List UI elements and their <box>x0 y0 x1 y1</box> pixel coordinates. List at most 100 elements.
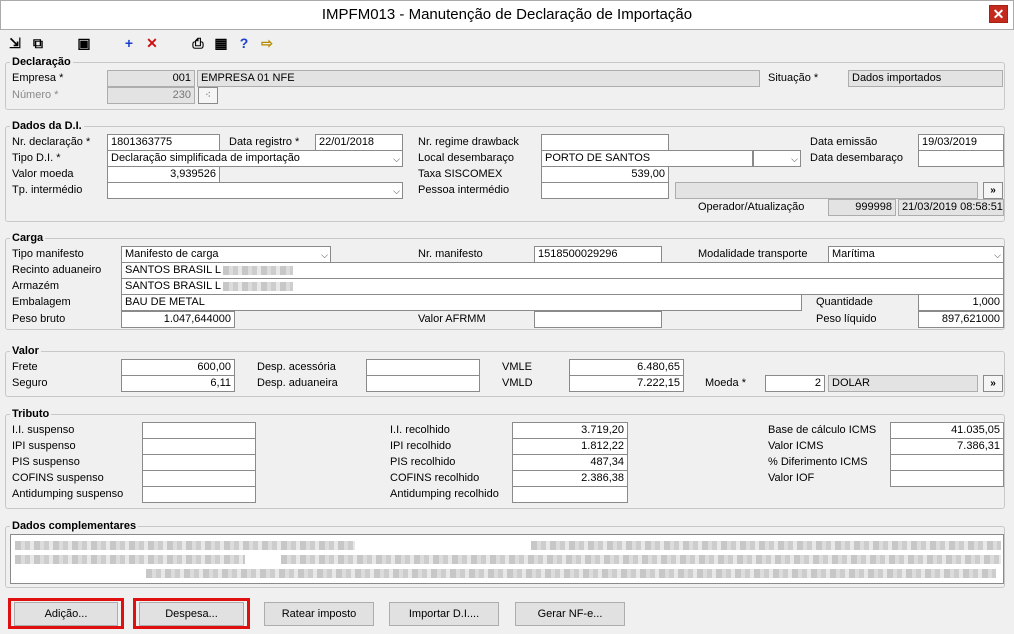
empresa-name-field[interactable]: EMPRESA 01 NFE <box>197 70 760 87</box>
antidumping-suspenso-field[interactable] <box>142 486 256 503</box>
base-icms-field[interactable]: 41.035,05 <box>890 422 1004 439</box>
cofins-suspenso-label: COFINS suspenso <box>12 472 104 484</box>
pessoa-intermedio-field[interactable] <box>541 182 669 199</box>
diferimento-icms-label: % Diferimento ICMS <box>768 456 868 468</box>
ipi-recolhido-field[interactable]: 1.812,22 <box>512 438 628 455</box>
tp-intermedio-select[interactable]: ⌵ <box>107 182 403 199</box>
vmld-field[interactable]: 7.222,15 <box>569 375 684 392</box>
tributo-title: Tributo <box>10 408 52 420</box>
close-button[interactable]: ✕ <box>989 5 1008 23</box>
embalagem-label: Embalagem <box>12 296 71 308</box>
cofins-recolhido-field[interactable]: 2.386,38 <box>512 470 628 487</box>
armazem-field[interactable]: SANTOS BRASIL L <box>121 278 1004 295</box>
empresa-code-field[interactable]: 001 <box>107 70 195 87</box>
peso-liquido-label: Peso líquido <box>816 313 877 325</box>
local-desembaraco-field[interactable]: PORTO DE SANTOS <box>541 150 753 167</box>
recinto-field[interactable]: SANTOS BRASIL L <box>121 262 1004 279</box>
quantidade-label: Quantidade <box>816 296 873 308</box>
help-icon[interactable]: ? <box>235 34 253 52</box>
valor-icms-field[interactable]: 7.386,31 <box>890 438 1004 455</box>
pis-suspenso-field[interactable] <box>142 454 256 471</box>
moeda-lookup-button[interactable]: » <box>983 375 1003 392</box>
pis-recolhido-label: PIS recolhido <box>390 456 456 468</box>
pessoa-lookup-button[interactable]: » <box>983 182 1003 199</box>
modalidade-select[interactable]: Marítima ⌵ <box>828 246 1004 263</box>
ipi-recolhido-label: IPI recolhido <box>390 440 452 452</box>
gerar-nfe-button[interactable]: Gerar NF-e... <box>515 602 625 626</box>
antidumping-recolhido-label: Antidumping recolhido <box>390 488 499 500</box>
antidumping-suspenso-label: Antidumping suspenso <box>12 488 124 500</box>
taxa-siscomex-field[interactable]: 539,00 <box>541 166 669 183</box>
pis-recolhido-field[interactable]: 487,34 <box>512 454 628 471</box>
tipo-di-select[interactable]: Declaração simplificada de importação ⌵ <box>107 150 403 167</box>
armazem-redacted <box>222 281 293 291</box>
data-desembaraco-field[interactable] <box>918 150 1004 167</box>
vmld-label: VMLD <box>502 377 533 389</box>
modalidade-value: Marítima <box>832 248 875 260</box>
save-icon[interactable]: ▣ <box>75 34 93 52</box>
nr-declaracao-field[interactable]: 1801363775 <box>107 134 220 151</box>
ipi-suspenso-field[interactable] <box>142 438 256 455</box>
desp-acessoria-field[interactable] <box>366 359 480 376</box>
ii-suspenso-field[interactable] <box>142 422 256 439</box>
data-emissao-field[interactable]: 19/03/2019 <box>918 134 1004 151</box>
dados-di-title: Dados da D.I. <box>10 120 84 132</box>
nr-declaracao-label: Nr. declaração * <box>12 136 91 148</box>
data-registro-label: Data registro * <box>229 136 300 148</box>
operador-field: 999998 <box>828 199 896 216</box>
ii-recolhido-label: I.I. recolhido <box>390 424 450 436</box>
chevron-down-icon: ⌵ <box>393 154 400 164</box>
tipo-manifesto-select[interactable]: Manifesto de carga ⌵ <box>121 246 331 263</box>
dados-complementares-title: Dados complementares <box>10 520 139 532</box>
ratear-imposto-button[interactable]: Ratear imposto <box>264 602 374 626</box>
data-desembaraco-label: Data desembaraço <box>810 152 903 164</box>
open-icon[interactable]: ⇲ <box>6 34 24 52</box>
moeda-code-field[interactable]: 2 <box>765 375 825 392</box>
despesa-button[interactable]: Despesa... <box>139 602 244 626</box>
print-icon[interactable]: ⎙ <box>189 34 207 52</box>
pis-suspenso-label: PIS suspenso <box>12 456 80 468</box>
nr-manifesto-field[interactable]: 1518500029296 <box>534 246 662 263</box>
numero-lookup-button[interactable]: ⁖ <box>198 87 218 104</box>
atualizacao-field: 21/03/2019 08:58:51 <box>898 199 1004 216</box>
dados-complementares-textarea[interactable] <box>10 534 1004 584</box>
antidumping-recolhido-field[interactable] <box>512 486 628 503</box>
valor-iof-label: Valor IOF <box>768 472 815 484</box>
valor-afrmm-label: Valor AFRMM <box>418 313 486 325</box>
valor-moeda-field[interactable]: 3,939526 <box>107 166 220 183</box>
chevron-down-icon: ⌵ <box>393 186 400 196</box>
diferimento-icms-field[interactable] <box>890 454 1004 471</box>
exit-icon[interactable]: ⇨ <box>258 34 276 52</box>
peso-liquido-field[interactable]: 897,621000 <box>918 311 1004 328</box>
declaracao-title: Declaração <box>10 56 73 68</box>
desp-aduaneira-field[interactable] <box>366 375 480 392</box>
quantidade-field[interactable]: 1,000 <box>918 294 1004 311</box>
ii-recolhido-field[interactable]: 3.719,20 <box>512 422 628 439</box>
nr-regime-field[interactable] <box>541 134 669 151</box>
peso-bruto-field[interactable]: 1.047,644000 <box>121 311 235 328</box>
data-registro-field[interactable]: 22/01/2018 <box>315 134 403 151</box>
pessoa-intermedio-name-field <box>675 182 978 199</box>
frete-field[interactable]: 600,00 <box>121 359 235 376</box>
tipo-di-label: Tipo D.I. * <box>12 152 61 164</box>
desp-aduaneira-label: Desp. aduaneira <box>257 377 338 389</box>
seguro-field[interactable]: 6,11 <box>121 375 235 392</box>
vmle-field[interactable]: 6.480,65 <box>569 359 684 376</box>
valor-iof-field[interactable] <box>890 470 1004 487</box>
redacted-text-line <box>281 555 1001 564</box>
calculator-icon[interactable]: ▦ <box>212 34 230 52</box>
situacao-label: Situação * <box>768 72 819 84</box>
cofins-suspenso-field[interactable] <box>142 470 256 487</box>
copy-icon[interactable]: ⧉ <box>29 34 47 52</box>
recinto-label: Recinto aduaneiro <box>12 264 102 276</box>
adicao-button[interactable]: Adição... <box>14 602 118 626</box>
add-icon[interactable]: + <box>120 34 138 52</box>
importar-di-button[interactable]: Importar D.I.... <box>389 602 499 626</box>
peso-bruto-label: Peso bruto <box>12 313 66 325</box>
numero-field[interactable]: 230 <box>107 87 195 104</box>
numero-label: Número * <box>12 89 59 101</box>
valor-afrmm-field[interactable] <box>534 311 662 328</box>
embalagem-field[interactable]: BAU DE METAL <box>121 294 802 311</box>
local-desembaraco-select[interactable]: ⌵ <box>753 150 801 167</box>
delete-icon[interactable]: ✕ <box>143 34 161 52</box>
